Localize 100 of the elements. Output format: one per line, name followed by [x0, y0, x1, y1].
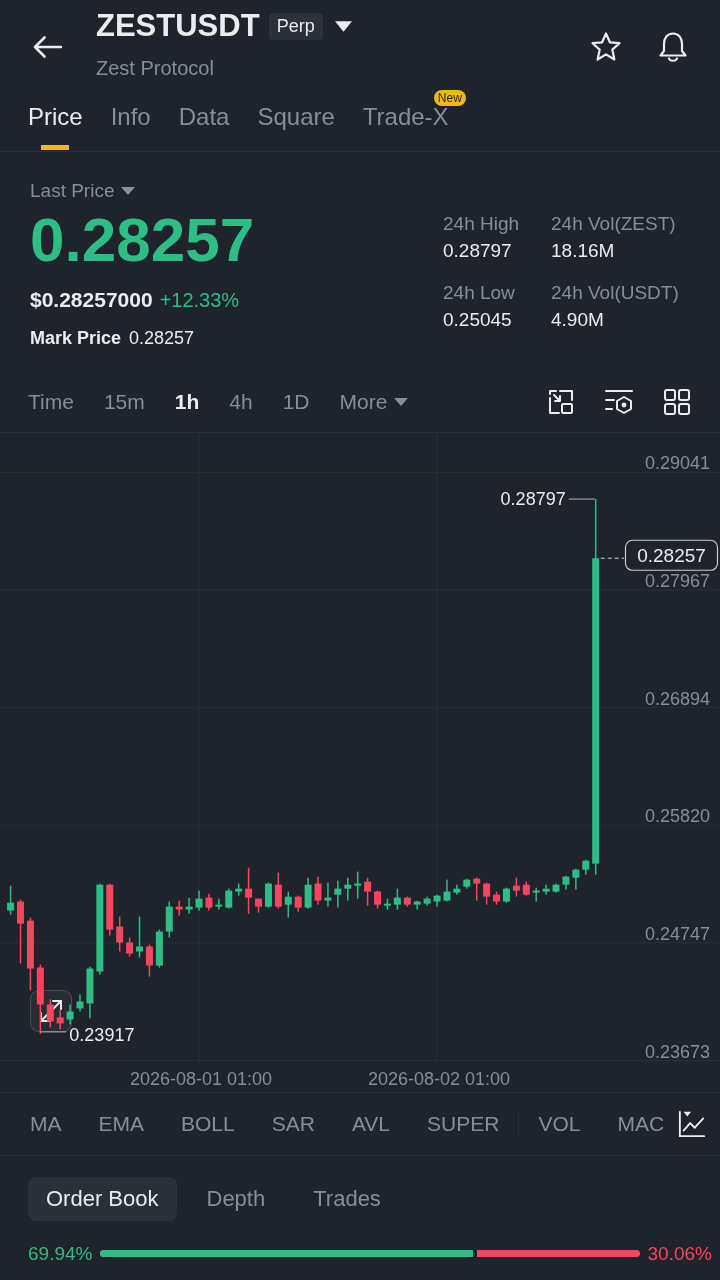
interval-option[interactable]: Time: [28, 389, 74, 415]
rising-candle: [383, 898, 391, 910]
rising-candle: [86, 966, 94, 1019]
expand-icon: [38, 998, 64, 1024]
page-tab[interactable]: Info: [110, 88, 151, 150]
rising-candle: [532, 887, 540, 902]
falling-candle: [522, 881, 530, 896]
stat-value: 0.28797: [443, 240, 513, 262]
rising-candle: [443, 879, 451, 902]
rising-candle: [572, 868, 580, 890]
stat-label: 24h Vol(USDT): [551, 282, 679, 304]
indicator-option[interactable]: VOL: [538, 1111, 581, 1137]
book-tab[interactable]: Order Book: [28, 1177, 177, 1221]
last-price: 0.28257: [30, 209, 256, 271]
interval-option[interactable]: 1h: [174, 389, 200, 415]
falling-candle: [36, 964, 44, 1034]
falling-candle: [374, 890, 382, 909]
book-tab[interactable]: Depth: [188, 1177, 284, 1221]
rising-candle: [423, 896, 431, 906]
indicator-option[interactable]: SAR: [271, 1111, 315, 1137]
price-change: +12.33%: [159, 288, 240, 312]
falling-candle: [364, 877, 372, 906]
rising-candle: [264, 882, 272, 908]
last-price-tag: 0.28257: [624, 539, 719, 571]
rising-candle: [76, 994, 84, 1012]
bell-icon[interactable]: [656, 30, 690, 64]
line-chart-icon[interactable]: [678, 1110, 706, 1138]
price-axis-label: 0.29041: [644, 453, 710, 474]
falling-candle: [175, 900, 183, 916]
rising-candle: [413, 900, 421, 910]
rising-candle: [393, 888, 401, 910]
symbol-title: ZESTUSDT: [96, 8, 260, 44]
interval-option[interactable]: 4h: [229, 389, 253, 415]
indicator-option[interactable]: MA: [30, 1111, 62, 1137]
star-icon[interactable]: [590, 31, 622, 63]
price-axis-label: 0.27967: [644, 571, 710, 592]
window-arrow-icon[interactable]: [548, 389, 574, 415]
falling-candle: [106, 883, 114, 936]
time-axis-label: 2026-08-01 01:00: [129, 1069, 273, 1089]
last-price-leader-line: [600, 557, 625, 559]
falling-candle: [245, 867, 253, 914]
rising-candle: [235, 883, 243, 896]
falling-candle: [126, 937, 134, 957]
falling-candle: [145, 944, 153, 977]
price-axis-label: 0.23673: [644, 1041, 710, 1062]
falling-candle: [294, 895, 302, 912]
indicator-option[interactable]: MAC: [617, 1111, 665, 1137]
rising-candle: [354, 871, 362, 899]
grid-icon[interactable]: [664, 389, 690, 415]
interval-option[interactable]: More: [339, 389, 409, 415]
stat-label: 24h High: [443, 213, 521, 235]
price-axis-label: 0.25820: [644, 806, 710, 827]
stat-value: 4.90M: [551, 309, 605, 331]
page-tab[interactable]: Data: [178, 88, 230, 150]
high-price-leader-line: [568, 498, 596, 500]
time-axis-label: 2026-08-02 01:00: [367, 1069, 511, 1089]
page-tab[interactable]: Price: [28, 88, 83, 150]
book-tab[interactable]: Trades: [295, 1177, 399, 1221]
falling-candle: [483, 882, 491, 905]
dropdown-caret-icon[interactable]: [334, 20, 352, 32]
falling-candle: [205, 893, 213, 911]
buy-ratio-text: 69.94%: [28, 1242, 93, 1265]
rising-candle: [304, 877, 312, 909]
falling-candle: [116, 916, 124, 952]
interval-option[interactable]: 15m: [103, 389, 145, 415]
page-tab[interactable]: Square: [257, 88, 335, 150]
rising-candle: [324, 882, 332, 907]
rising-candle: [155, 929, 163, 968]
rising-candle: [463, 878, 471, 889]
stat-value: 18.16M: [551, 240, 616, 262]
dropdown-caret-icon: [394, 398, 409, 406]
falling-candle: [17, 899, 24, 964]
sell-ratio-text: 30.06%: [647, 1242, 712, 1265]
falling-candle: [56, 1009, 64, 1030]
back-arrow-icon[interactable]: [32, 35, 62, 59]
settings-list-icon[interactable]: [605, 389, 633, 415]
indicator-option[interactable]: BOLL: [181, 1111, 235, 1137]
rising-candle: [542, 884, 550, 895]
rising-candle: [433, 894, 441, 907]
mark-price-value: 0.28257: [129, 327, 195, 349]
rising-candle: [185, 897, 193, 914]
stat-value: 0.25045: [443, 309, 513, 331]
rising-candle: [284, 891, 292, 918]
falling-candle: [493, 891, 501, 905]
indicator-option[interactable]: SUPER: [427, 1111, 500, 1137]
rising-candle: [334, 880, 342, 908]
rising-candle: [502, 887, 510, 903]
low-price-label: 0.23917: [69, 1024, 135, 1045]
mark-price-label: Mark Price: [30, 327, 122, 349]
rising-candle: [165, 901, 173, 938]
indicator-option[interactable]: EMA: [98, 1111, 144, 1137]
interval-option[interactable]: 1D: [282, 389, 310, 415]
rising-candle: [7, 885, 15, 915]
rising-candle: [215, 898, 223, 910]
indicator-option[interactable]: AVL: [351, 1111, 391, 1137]
price-type-label[interactable]: Last Price: [30, 180, 115, 202]
fiat-price: $0.28257000: [30, 288, 153, 312]
falling-candle: [403, 896, 411, 907]
falling-candle: [255, 898, 262, 913]
rising-candle: [552, 883, 560, 893]
